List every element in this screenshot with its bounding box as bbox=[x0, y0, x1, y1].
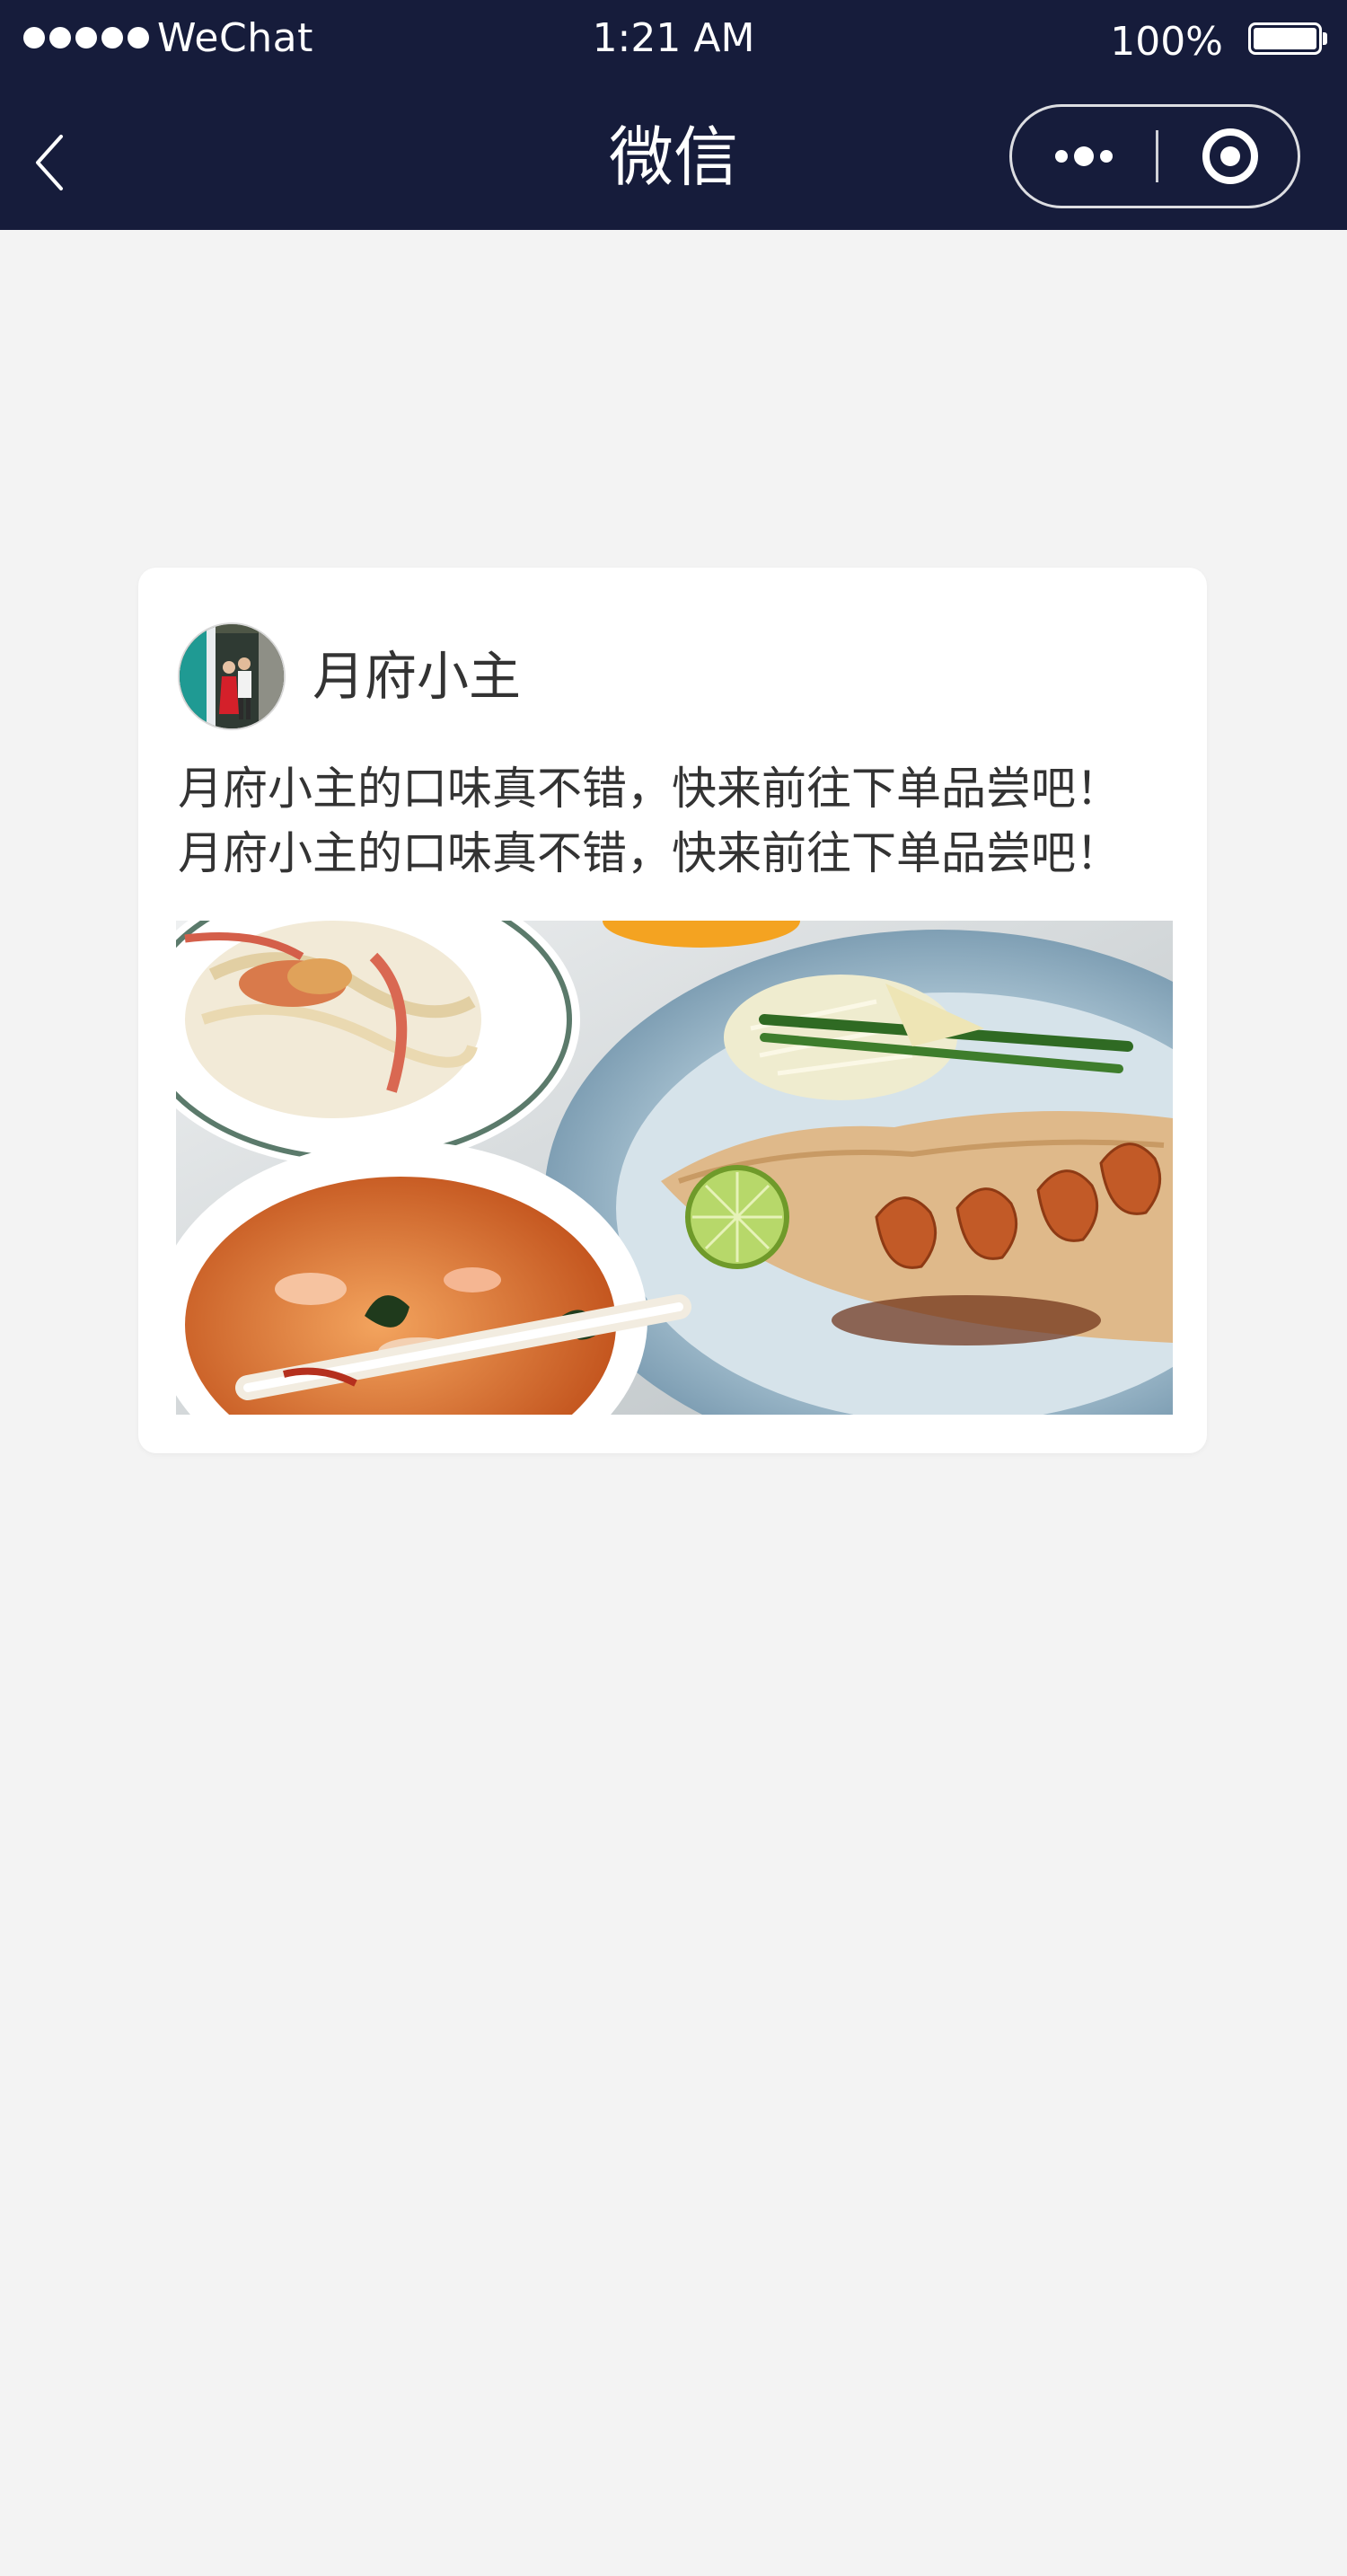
post-text-line: 月府小主的口味真不错，快来前往下单品尝吧！ bbox=[178, 763, 1121, 815]
more-button[interactable] bbox=[1012, 107, 1156, 206]
battery-percent: 100% bbox=[1110, 19, 1223, 65]
status-bar: WeChat 1:21 AM 100% bbox=[0, 0, 1347, 77]
battery-icon bbox=[1248, 22, 1327, 55]
post-text-line: 月府小主的口味真不错，快来前往下单品尝吧！ bbox=[178, 827, 1121, 879]
post-text: 月府小主的口味真不错，快来前往下单品尝吧！ 月府小主的口味真不错，快来前往下单品… bbox=[178, 756, 1184, 886]
author-name: 月府小主 bbox=[313, 646, 522, 707]
post-card[interactable]: 月府小主 月府小主的口味真不错，快来前往下单品尝吧！ 月府小主的口味真不错，快来… bbox=[138, 568, 1207, 1453]
post-image[interactable] bbox=[176, 921, 1173, 1415]
more-dots-icon bbox=[1055, 146, 1113, 166]
food-photo-icon bbox=[176, 921, 1173, 1415]
author-row[interactable]: 月府小主 bbox=[178, 622, 521, 731]
mini-program-capsule bbox=[1009, 104, 1300, 208]
close-button[interactable] bbox=[1158, 107, 1298, 206]
nav-bar: 微信 bbox=[0, 77, 1347, 230]
target-close-icon bbox=[1202, 128, 1258, 184]
avatar-photo-icon bbox=[180, 624, 284, 728]
avatar[interactable] bbox=[178, 622, 286, 730]
top-chrome: WeChat 1:21 AM 100% 微信 bbox=[0, 0, 1347, 230]
